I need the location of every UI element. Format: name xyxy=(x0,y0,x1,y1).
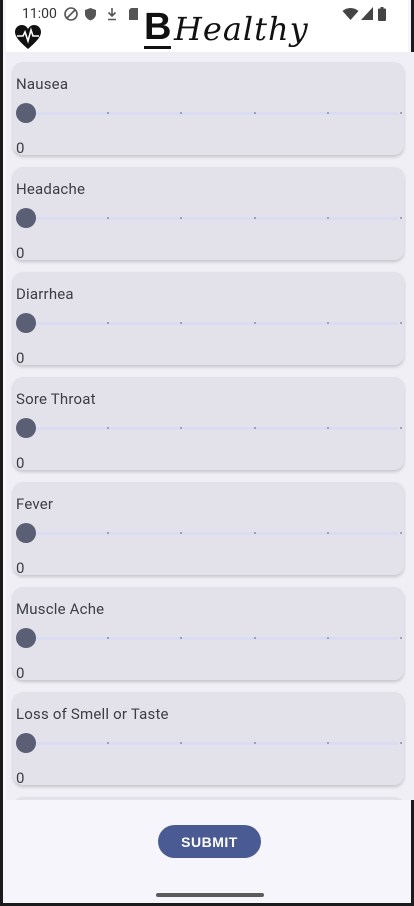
severity-slider[interactable] xyxy=(16,207,402,231)
app-frame: B Healthy 11:00 Nausea 0 Headache 0 Diarrh xyxy=(0,0,414,906)
symptom-card: Nausea 0 xyxy=(13,62,404,157)
status-bar: 11:00 xyxy=(6,0,408,26)
slider-thumb[interactable] xyxy=(16,208,36,228)
symptom-label: Nausea xyxy=(16,75,69,93)
symptom-label: Loss of Smell or Taste xyxy=(16,705,169,723)
slider-tick xyxy=(400,322,402,324)
slider-tick xyxy=(254,322,256,324)
wifi-icon xyxy=(342,8,359,20)
symptom-card: Headache 0 xyxy=(13,167,404,262)
slider-tick xyxy=(107,322,109,324)
slider-track[interactable] xyxy=(26,322,398,325)
submit-button[interactable]: SUBMIT xyxy=(158,825,261,858)
severity-slider[interactable] xyxy=(16,312,402,336)
slider-tick xyxy=(400,637,402,639)
heart-pulse-icon xyxy=(15,25,41,49)
symptom-label: Fever xyxy=(16,495,54,513)
battery-icon xyxy=(378,7,386,21)
severity-value: 0 xyxy=(16,244,25,262)
status-time: 11:00 xyxy=(22,6,57,22)
slider-tick xyxy=(180,742,182,744)
symptom-card: Fever 0 xyxy=(13,482,404,577)
slider-tick xyxy=(254,742,256,744)
slider-tick xyxy=(400,427,402,429)
slider-tick xyxy=(400,532,402,534)
slider-track[interactable] xyxy=(26,112,398,115)
slider-thumb[interactable] xyxy=(16,523,36,543)
slider-tick xyxy=(180,532,182,534)
shield-icon xyxy=(85,8,96,21)
slider-tick xyxy=(107,637,109,639)
slider-thumb[interactable] xyxy=(16,628,36,648)
severity-value: 0 xyxy=(16,349,25,367)
dnd-icon xyxy=(64,7,78,21)
slider-tick xyxy=(180,112,182,114)
slider-tick xyxy=(327,637,329,639)
slider-tick xyxy=(107,217,109,219)
slider-tick xyxy=(327,322,329,324)
footer-bar: SUBMIT xyxy=(6,800,408,903)
slider-thumb[interactable] xyxy=(16,418,36,438)
slider-tick xyxy=(254,112,256,114)
symptom-list[interactable]: Nausea 0 Headache 0 Diarrhea 0 Sore Throat 0 Fev… xyxy=(6,52,414,800)
slider-thumb[interactable] xyxy=(16,733,36,753)
slider-tick xyxy=(180,217,182,219)
slider-tick xyxy=(180,637,182,639)
slider-tick xyxy=(254,637,256,639)
severity-value: 0 xyxy=(16,559,25,577)
download-icon xyxy=(107,8,117,21)
slider-track[interactable] xyxy=(26,217,398,220)
slider-tick xyxy=(107,742,109,744)
slider-thumb[interactable] xyxy=(16,103,36,123)
severity-slider[interactable] xyxy=(16,102,402,126)
slider-tick xyxy=(327,427,329,429)
slider-tick xyxy=(180,427,182,429)
sim-card-icon xyxy=(129,8,138,20)
symptom-label: Headache xyxy=(16,180,86,198)
symptom-card: Diarrhea 0 xyxy=(13,272,404,367)
slider-track[interactable] xyxy=(26,742,398,745)
slider-track[interactable] xyxy=(26,532,398,535)
slider-track[interactable] xyxy=(26,427,398,430)
symptom-label: Diarrhea xyxy=(16,285,74,303)
severity-slider[interactable] xyxy=(16,522,402,546)
symptom-card: Sore Throat 0 xyxy=(13,377,404,472)
symptom-card: Muscle Ache 0 xyxy=(13,587,404,682)
symptom-card: Loss of Smell or Taste 0 xyxy=(13,692,404,787)
slider-tick xyxy=(254,217,256,219)
severity-value: 0 xyxy=(16,454,25,472)
slider-tick xyxy=(107,112,109,114)
slider-tick xyxy=(400,742,402,744)
symptom-label: Muscle Ache xyxy=(16,600,105,618)
severity-slider[interactable] xyxy=(16,417,402,441)
slider-tick xyxy=(107,427,109,429)
slider-tick xyxy=(327,217,329,219)
gesture-nav-handle[interactable] xyxy=(156,893,264,897)
severity-value: 0 xyxy=(16,769,25,787)
cell-signal-icon xyxy=(361,7,373,20)
severity-value: 0 xyxy=(16,664,25,682)
slider-tick xyxy=(107,532,109,534)
severity-slider[interactable] xyxy=(16,732,402,756)
slider-tick xyxy=(254,427,256,429)
slider-track[interactable] xyxy=(26,637,398,640)
slider-tick xyxy=(254,532,256,534)
slider-tick xyxy=(327,112,329,114)
slider-thumb[interactable] xyxy=(16,313,36,333)
slider-tick xyxy=(327,742,329,744)
symptom-label: Sore Throat xyxy=(16,390,96,408)
slider-tick xyxy=(327,532,329,534)
slider-tick xyxy=(180,322,182,324)
severity-slider[interactable] xyxy=(16,627,402,651)
slider-tick xyxy=(400,112,402,114)
severity-value: 0 xyxy=(16,139,25,157)
slider-tick xyxy=(400,217,402,219)
